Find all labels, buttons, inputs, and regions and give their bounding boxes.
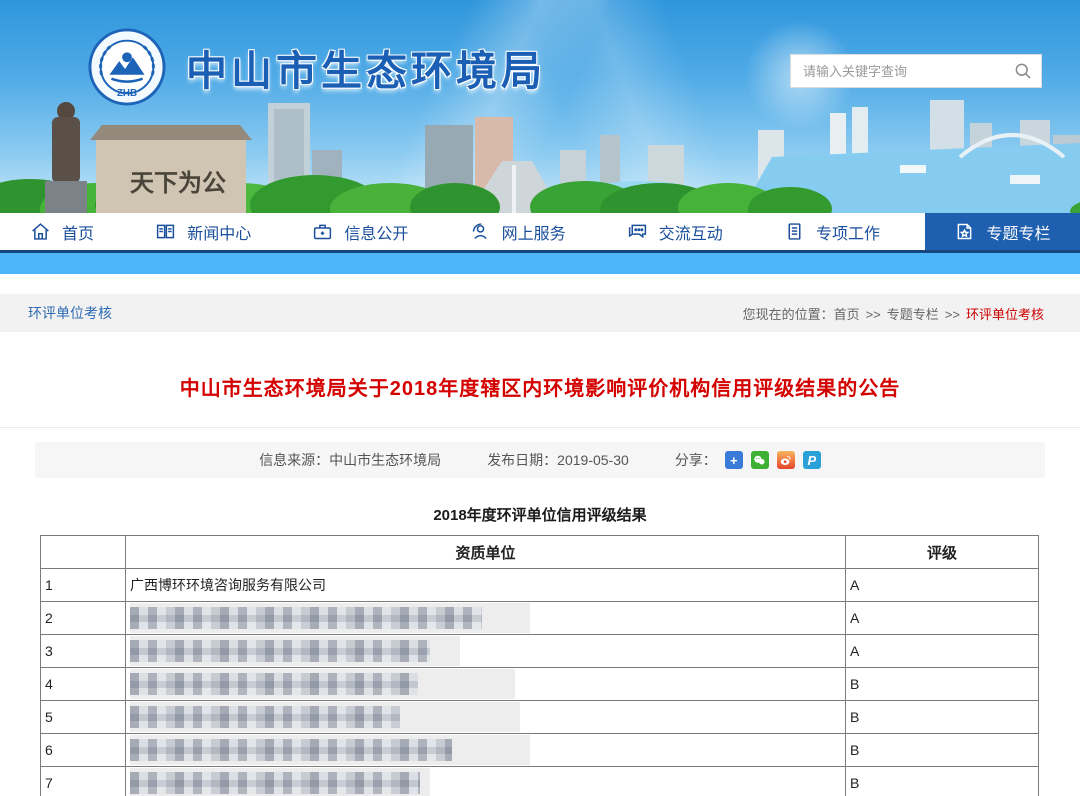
nav-item-label: 新闻中心	[187, 220, 251, 244]
nav-item-label: 专题专栏	[986, 220, 1050, 244]
rating-value: A	[846, 569, 1039, 602]
location-label: 您现在的位置：	[743, 307, 834, 322]
news-icon	[155, 221, 176, 242]
mosaic-blur	[130, 640, 430, 662]
rating-value: B	[846, 734, 1039, 767]
crumb-separator: >>	[866, 307, 881, 322]
publish-date: 发布日期：2019-05-30	[487, 450, 629, 470]
nav-item-online-services[interactable]: 网上服务	[470, 213, 566, 250]
mosaic-blur	[130, 673, 418, 695]
mosaic-blur	[130, 772, 420, 794]
nav-item-info-disclosure[interactable]: 信息公开	[312, 213, 408, 250]
crumb-separator: >>	[945, 307, 960, 322]
crumb-special-topics[interactable]: 专题专栏	[887, 307, 939, 322]
wall-calligraphy: 天下为公	[130, 170, 226, 197]
table-row: 3 A	[41, 635, 1039, 668]
search-icon[interactable]	[1013, 61, 1033, 81]
company-name-censored	[126, 734, 846, 767]
rating-value: A	[846, 602, 1039, 635]
rating-table: 资质单位 评级 1 广西博环环境咨询服务有限公司 A 2 A 3 A 4 B 5…	[40, 535, 1039, 796]
row-index: 4	[41, 668, 126, 701]
chat-icon	[627, 221, 648, 242]
table-row: 4 B	[41, 668, 1039, 701]
row-index: 3	[41, 635, 126, 668]
rating-value: B	[846, 767, 1039, 796]
table-title: 2018年度环评单位信用评级结果	[0, 504, 1080, 525]
mosaic-blur	[130, 607, 482, 629]
document-icon	[784, 221, 805, 242]
breadcrumb: 您现在的位置：首页 >> 专题专栏 >> 环评单位考核	[743, 304, 1044, 323]
table-row: 1 广西博环环境咨询服务有限公司 A	[41, 569, 1039, 602]
index-header	[41, 536, 126, 569]
site-brand: ZHB 中山市生态环境局	[88, 28, 546, 106]
nav-item-label: 首页	[62, 220, 94, 244]
share-label: 分享：	[675, 450, 717, 470]
row-index: 1	[41, 569, 126, 602]
crumb-home[interactable]: 首页	[834, 307, 860, 322]
rating-header: 评级	[846, 536, 1039, 569]
weibo-share-icon[interactable]	[777, 451, 795, 469]
nav-item-interaction[interactable]: 交流互动	[627, 213, 723, 250]
table-row: 7 B	[41, 767, 1039, 796]
company-name: 广西博环环境咨询服务有限公司	[126, 569, 846, 602]
main-nav: 首页 新闻中心 信息公开 网上服务	[0, 213, 1080, 250]
mosaic-blur	[130, 706, 400, 728]
memorial-wall: 天下为公	[90, 125, 252, 213]
nav-item-label: 信息公开	[344, 220, 408, 244]
article-divider	[0, 427, 1080, 428]
company-name-censored	[126, 701, 846, 734]
company-name-censored	[126, 602, 846, 635]
row-index: 5	[41, 701, 126, 734]
logo-text: ZHB	[117, 88, 137, 99]
info-source: 信息来源：中山市生态环境局	[259, 450, 441, 470]
company-name-censored	[126, 635, 846, 668]
site-title: 中山市生态环境局	[186, 37, 546, 97]
nav-item-news-center[interactable]: 新闻中心	[155, 213, 251, 250]
home-icon	[30, 221, 51, 242]
nav-item-label: 专项工作	[816, 220, 880, 244]
nav-item-home[interactable]: 首页	[30, 213, 94, 250]
article-title: 中山市生态环境局关于2018年度辖区内环境影响评价机构信用评级结果的公告	[0, 372, 1080, 401]
nav-item-label: 交流互动	[659, 220, 723, 244]
section-title[interactable]: 环评单位考核	[28, 303, 112, 323]
share-more-icon[interactable]: +	[725, 451, 743, 469]
nav-item-special-topics[interactable]: 专题专栏	[925, 213, 1080, 250]
briefcase-icon	[312, 221, 333, 242]
rating-value: B	[846, 668, 1039, 701]
row-index: 2	[41, 602, 126, 635]
wechat-share-icon[interactable]	[751, 451, 769, 469]
row-index: 6	[41, 734, 126, 767]
table-row: 2 A	[41, 602, 1039, 635]
crumb-current-page[interactable]: 环评单位考核	[966, 307, 1044, 322]
share-buttons: + P	[725, 451, 821, 469]
rating-value: A	[846, 635, 1039, 668]
company-header: 资质单位	[126, 536, 846, 569]
rating-value: B	[846, 701, 1039, 734]
search-input[interactable]	[803, 64, 1013, 79]
nav-item-special-work[interactable]: 专项工作	[784, 213, 880, 250]
p-share-icon[interactable]: P	[803, 451, 821, 469]
service-person-icon	[470, 221, 491, 242]
company-name-censored	[126, 668, 846, 701]
site-banner: 天下为公 ZHB 中山市生态环境局	[0, 0, 1080, 213]
breadcrumb-bar: 环评单位考核 您现在的位置：首页 >> 专题专栏 >> 环评单位考核	[0, 294, 1080, 332]
table-header-row: 资质单位 评级	[41, 536, 1039, 569]
epa-logo-icon: ZHB	[88, 28, 166, 106]
accent-strip	[0, 253, 1080, 274]
city-skyline-image: 天下为公	[0, 95, 1080, 213]
statue-silhouette	[45, 102, 87, 213]
table-row: 6 B	[41, 734, 1039, 767]
mosaic-blur	[130, 739, 452, 761]
row-index: 7	[41, 767, 126, 796]
table-row: 5 B	[41, 701, 1039, 734]
star-document-icon	[954, 221, 975, 242]
company-name-censored	[126, 767, 846, 796]
search-box	[790, 54, 1042, 88]
nav-item-label: 网上服务	[502, 220, 566, 244]
article-meta-bar: 信息来源：中山市生态环境局 发布日期：2019-05-30 分享： + P	[35, 442, 1045, 478]
